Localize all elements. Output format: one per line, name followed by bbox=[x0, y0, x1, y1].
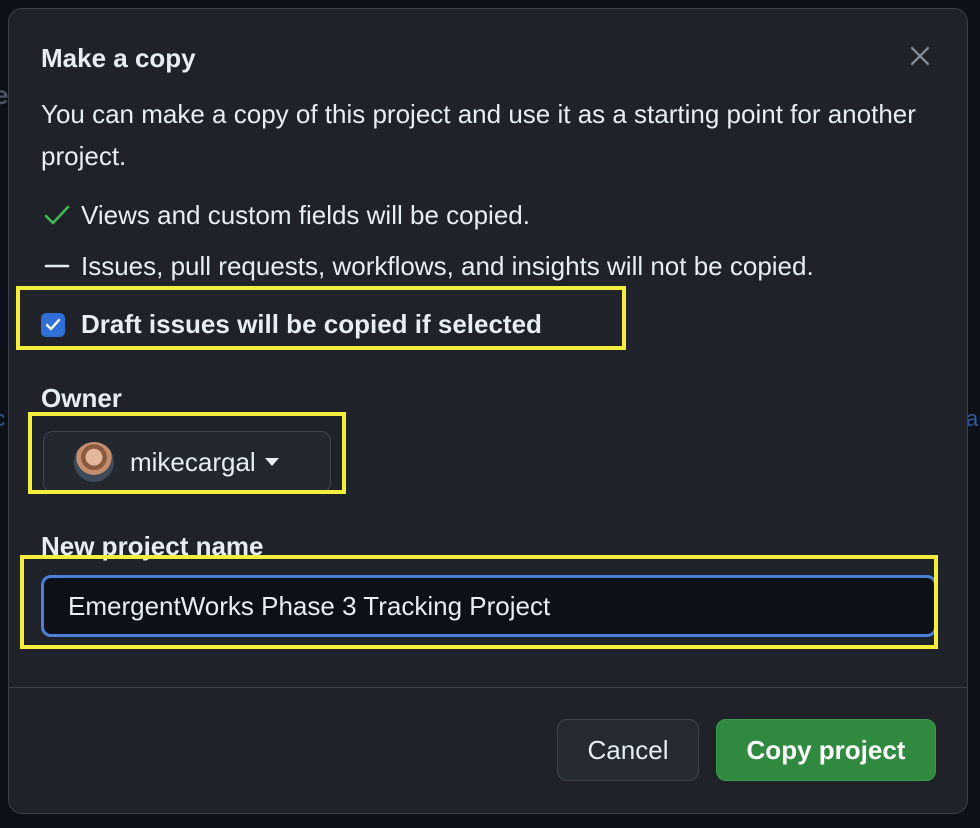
highlight-box bbox=[28, 412, 346, 494]
close-icon bbox=[910, 46, 930, 66]
dialog-description: You can make a copy of this project and … bbox=[41, 99, 916, 171]
info-views-copied: Views and custom fields will be copied. bbox=[41, 199, 530, 231]
info-not-copied: Issues, pull requests, workflows, and in… bbox=[41, 250, 814, 282]
make-a-copy-dialog: Make a copy You can make a copy of this … bbox=[8, 8, 968, 814]
dash-icon bbox=[41, 250, 73, 282]
footer-divider bbox=[9, 687, 967, 688]
info-text: Issues, pull requests, workflows, and in… bbox=[81, 250, 814, 281]
dialog-title: Make a copy bbox=[41, 43, 196, 73]
copy-project-button[interactable]: Copy project bbox=[716, 719, 936, 781]
owner-label: Owner bbox=[41, 383, 122, 413]
highlight-box bbox=[20, 555, 938, 649]
highlight-box bbox=[16, 286, 626, 350]
close-button[interactable] bbox=[905, 41, 935, 71]
background-fragment: c bbox=[0, 406, 5, 432]
info-text: Views and custom fields will be copied. bbox=[81, 199, 530, 230]
check-icon bbox=[41, 199, 73, 231]
cancel-button[interactable]: Cancel bbox=[557, 719, 699, 781]
